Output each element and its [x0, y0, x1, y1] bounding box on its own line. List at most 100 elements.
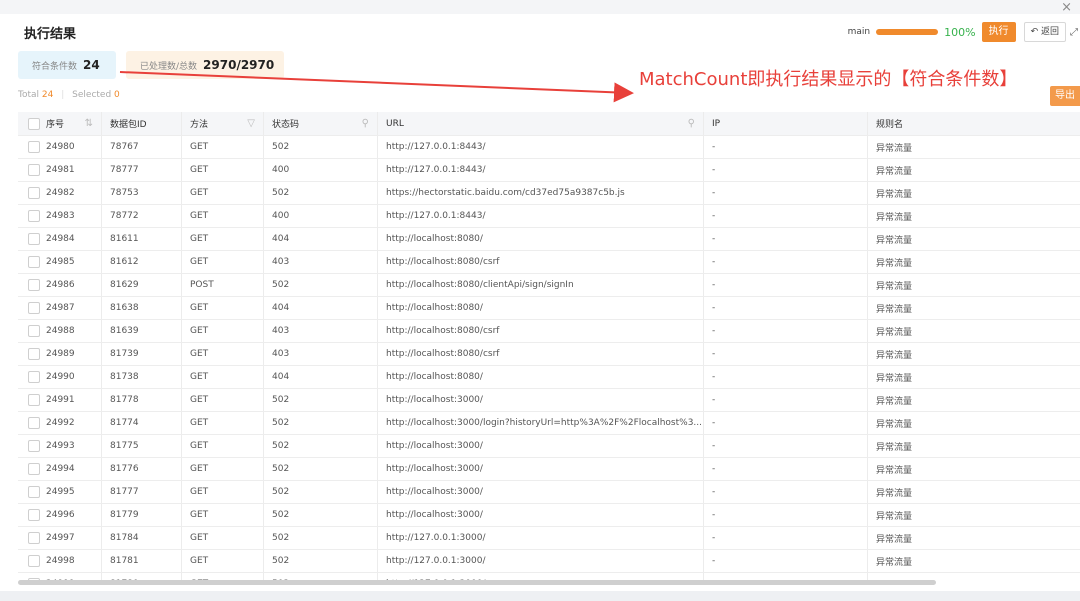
cell-index-text: 24996: [46, 510, 75, 520]
row-checkbox[interactable]: [28, 463, 40, 475]
table-row[interactable]: 24981 78777 GET 400 http://127.0.0.1:8443/ - 异…: [18, 159, 1080, 182]
run-button[interactable]: 执行: [981, 22, 1016, 42]
cell-ip-text: -: [712, 395, 716, 405]
cell-ip: -: [704, 159, 868, 181]
table-row[interactable]: 24995 81777 GET 502 http://localhost:3000/ - 异…: [18, 481, 1080, 504]
cell-rule-text: 异常流量: [876, 488, 913, 499]
table-row[interactable]: 24988 81639 GET 403 http://localhost:8080/cs…: [18, 320, 1080, 343]
row-checkbox[interactable]: [28, 187, 40, 199]
export-button[interactable]: 导出: [1050, 86, 1080, 106]
cell-ip: -: [704, 320, 868, 342]
row-checkbox[interactable]: [28, 394, 40, 406]
cell-rule: 异常流量: [868, 251, 1080, 273]
cell-url-text: http://127.0.0.1:3000/: [386, 533, 486, 543]
table-row[interactable]: 24980 78767 GET 502 http://127.0.0.1:8443/ - 异…: [18, 136, 1080, 159]
cell-index-text: 24994: [46, 464, 75, 474]
table-row[interactable]: 24986 81629 POST 502 http://localhost:8080/c…: [18, 274, 1080, 297]
col-header-rule[interactable]: 规则名: [868, 112, 1080, 135]
cell-status-text: 400: [272, 211, 290, 221]
row-checkbox[interactable]: [28, 256, 40, 268]
table-row[interactable]: 24987 81638 GET 404 http://localhost:8080/ - 异…: [18, 297, 1080, 320]
sort-icon[interactable]: ⇅: [85, 118, 93, 129]
cell-status: 502: [264, 504, 378, 526]
cell-status-text: 400: [272, 165, 290, 175]
table-row[interactable]: 24996 81779 GET 502 http://localhost:3000/ - 异…: [18, 504, 1080, 527]
row-checkbox[interactable]: [28, 302, 40, 314]
table-row[interactable]: 24989 81739 GET 403 http://localhost:8080/cs…: [18, 343, 1080, 366]
row-checkbox[interactable]: [28, 210, 40, 222]
col-header-method[interactable]: 方法 ▽: [182, 112, 264, 135]
row-checkbox[interactable]: [28, 325, 40, 337]
table-row[interactable]: 24998 81781 GET 502 http://127.0.0.1:3000/ - 异…: [18, 550, 1080, 573]
filter-icon[interactable]: ▽: [247, 118, 255, 129]
cell-url: http://127.0.0.1:8443/: [378, 159, 704, 181]
row-checkbox[interactable]: [28, 509, 40, 521]
table-row[interactable]: 24991 81778 GET 502 http://localhost:3000/ - 异…: [18, 389, 1080, 412]
col-header-ip[interactable]: IP: [704, 112, 868, 135]
summary-divider: |: [61, 90, 65, 100]
cell-packet-id-text: 78753: [110, 188, 139, 198]
table-row[interactable]: 24990 81738 GET 404 http://localhost:8080/ - 异…: [18, 366, 1080, 389]
row-checkbox[interactable]: [28, 371, 40, 383]
row-checkbox[interactable]: [28, 555, 40, 567]
col-header-packet-id[interactable]: 数据包ID: [102, 112, 182, 135]
cell-status: 400: [264, 205, 378, 227]
cell-url-text: http://localhost:3000/: [386, 441, 483, 451]
table-row[interactable]: 24985 81612 GET 403 http://localhost:8080/cs…: [18, 251, 1080, 274]
row-checkbox[interactable]: [28, 417, 40, 429]
row-checkbox[interactable]: [28, 233, 40, 245]
table-row[interactable]: 24992 81774 GET 502 http://localhost:3000/lo…: [18, 412, 1080, 435]
table-row[interactable]: 24983 78772 GET 400 http://127.0.0.1:8443/ - 异…: [18, 205, 1080, 228]
cell-index: 24985: [18, 251, 102, 273]
cell-status-text: 502: [272, 188, 290, 198]
cell-index: 24984: [18, 228, 102, 250]
cell-packet-id-text: 81776: [110, 464, 139, 474]
row-checkbox[interactable]: [28, 486, 40, 498]
select-all-checkbox[interactable]: [28, 117, 40, 130]
cell-url: http://localhost:3000/login?historyUrl=h…: [378, 412, 704, 434]
cell-rule: 异常流量: [868, 435, 1080, 457]
table-row[interactable]: 24982 78753 GET 502 https://hectorstatic.bai…: [18, 182, 1080, 205]
cell-ip-text: -: [712, 533, 716, 543]
row-checkbox[interactable]: [28, 141, 40, 153]
row-checkbox[interactable]: [28, 440, 40, 452]
cell-url: http://localhost:3000/: [378, 481, 704, 503]
table-row[interactable]: 24997 81784 GET 502 http://127.0.0.1:3000/ - 异…: [18, 527, 1080, 550]
cell-method: GET: [182, 458, 264, 480]
cell-packet-id: 81639: [102, 320, 182, 342]
cell-index: 24981: [18, 159, 102, 181]
search-icon[interactable]: ⚲: [688, 118, 695, 129]
cell-status: 404: [264, 228, 378, 250]
expand-icon[interactable]: ⤢: [1070, 27, 1080, 38]
cell-ip: -: [704, 435, 868, 457]
col-header-index[interactable]: 序号 ⇅: [18, 112, 102, 135]
cell-ip-text: -: [712, 326, 716, 336]
cell-rule-text: 异常流量: [876, 373, 913, 384]
cell-packet-id: 81777: [102, 481, 182, 503]
table-row[interactable]: 24984 81611 GET 404 http://localhost:8080/ - 异…: [18, 228, 1080, 251]
row-checkbox[interactable]: [28, 532, 40, 544]
table-row[interactable]: 24994 81776 GET 502 http://localhost:3000/ - 异…: [18, 458, 1080, 481]
cell-packet-id-text: 81784: [110, 533, 139, 543]
cell-index-text: 24982: [46, 188, 75, 198]
close-icon[interactable]: ×: [1061, 0, 1072, 15]
back-button[interactable]: ↶ 返回: [1023, 22, 1066, 42]
cell-status: 403: [264, 320, 378, 342]
match-count-card: 符合条件数 24: [18, 51, 116, 79]
cell-status-text: 502: [272, 280, 290, 290]
cell-status: 502: [264, 274, 378, 296]
row-checkbox[interactable]: [28, 164, 40, 176]
col-header-status[interactable]: 状态码 ⚲: [264, 112, 378, 135]
table-row[interactable]: 24993 81775 GET 502 http://localhost:3000/ - 异…: [18, 435, 1080, 458]
horizontal-scrollbar[interactable]: [18, 580, 936, 585]
cell-rule: 异常流量: [868, 366, 1080, 388]
row-checkbox[interactable]: [28, 348, 40, 360]
row-checkbox[interactable]: [28, 279, 40, 291]
col-header-url[interactable]: URL ⚲: [378, 112, 704, 135]
cell-ip: -: [704, 251, 868, 273]
cell-ip-text: -: [712, 464, 716, 474]
cell-url: http://localhost:8080/: [378, 228, 704, 250]
selected-value: 0: [114, 90, 120, 100]
col-header-label: 序号: [46, 120, 65, 130]
search-icon[interactable]: ⚲: [362, 118, 369, 129]
